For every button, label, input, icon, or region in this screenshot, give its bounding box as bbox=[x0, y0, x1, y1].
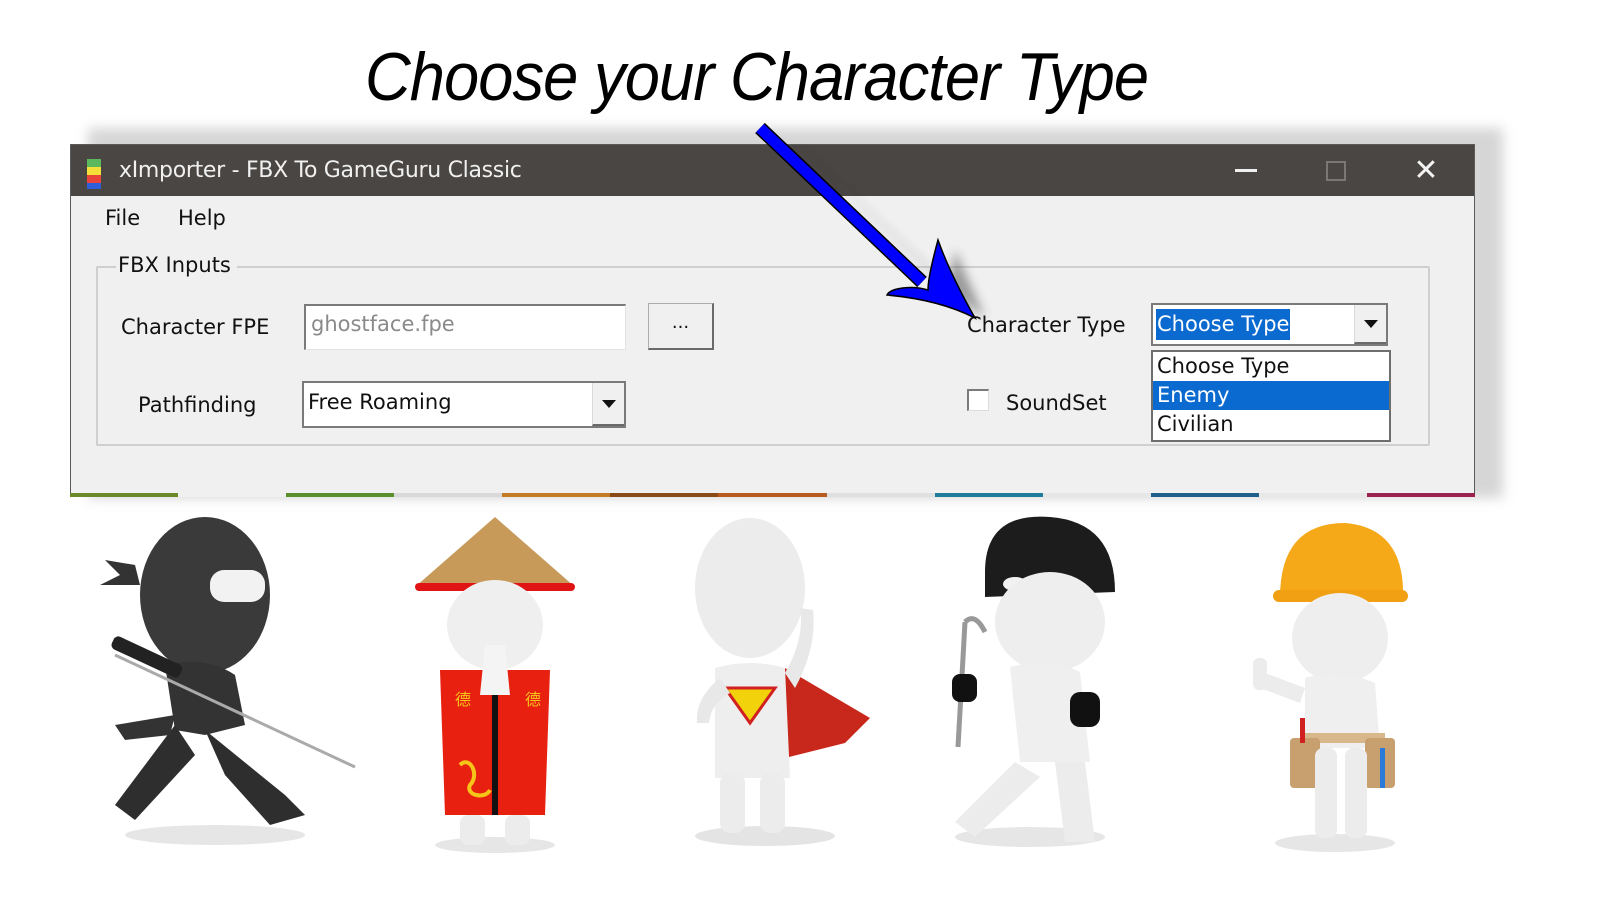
character-fpe-input[interactable]: ghostface.fpe bbox=[304, 304, 626, 350]
character-type-select[interactable]: Choose Type bbox=[1151, 303, 1388, 346]
soundset-checkbox[interactable] bbox=[967, 389, 989, 411]
maximize-icon bbox=[1326, 160, 1346, 181]
option-enemy[interactable]: Enemy bbox=[1153, 381, 1389, 410]
svg-text:德: 德 bbox=[455, 690, 471, 709]
character-type-dropdown-button[interactable] bbox=[1354, 305, 1386, 344]
pathfinding-label: Pathfinding bbox=[138, 393, 257, 417]
background-color-strip bbox=[70, 493, 1476, 497]
burglar-figure bbox=[952, 516, 1115, 847]
civilian-robe-figure: 德 德 bbox=[415, 517, 575, 853]
group-label: FBX Inputs bbox=[116, 253, 237, 277]
chevron-down-icon bbox=[1363, 319, 1378, 328]
close-button[interactable]: ✕ bbox=[1391, 145, 1461, 196]
menu-bar: File Help bbox=[71, 196, 1474, 244]
ninja-figure bbox=[100, 517, 356, 845]
character-type-value: Choose Type bbox=[1156, 309, 1291, 340]
pathfinding-dropdown-button[interactable] bbox=[592, 383, 624, 426]
menu-help[interactable]: Help bbox=[178, 206, 226, 230]
svg-text:德: 德 bbox=[525, 690, 541, 709]
option-choose-type[interactable]: Choose Type bbox=[1153, 352, 1389, 381]
character-type-dropdown-list: Choose Type Enemy Civilian bbox=[1151, 350, 1391, 442]
option-civilian[interactable]: Civilian bbox=[1153, 410, 1389, 439]
browse-button[interactable]: ... bbox=[648, 303, 714, 350]
character-fpe-label: Character FPE bbox=[121, 315, 270, 339]
maximize-button[interactable] bbox=[1301, 145, 1371, 196]
app-window: xImporter - FBX To GameGuru Classic ✕ Fi… bbox=[70, 144, 1475, 494]
app-icon bbox=[87, 159, 101, 189]
construction-worker-figure bbox=[1253, 523, 1408, 852]
soundset-label: SoundSet bbox=[1006, 391, 1107, 415]
window-title: xImporter - FBX To GameGuru Classic bbox=[119, 158, 522, 183]
minimize-button[interactable] bbox=[1211, 145, 1281, 196]
superhero-figure bbox=[695, 518, 870, 846]
close-icon: ✕ bbox=[1413, 152, 1439, 188]
pathfinding-select[interactable]: Free Roaming bbox=[302, 381, 626, 428]
menu-file[interactable]: File bbox=[105, 206, 140, 230]
headline: Choose your Character Type bbox=[365, 39, 1149, 115]
character-type-label: Character Type bbox=[967, 313, 1126, 337]
chevron-down-icon bbox=[601, 399, 616, 408]
minimize-icon bbox=[1235, 169, 1257, 172]
title-bar[interactable]: xImporter - FBX To GameGuru Classic ✕ bbox=[71, 145, 1474, 196]
pathfinding-value: Free Roaming bbox=[308, 390, 452, 414]
